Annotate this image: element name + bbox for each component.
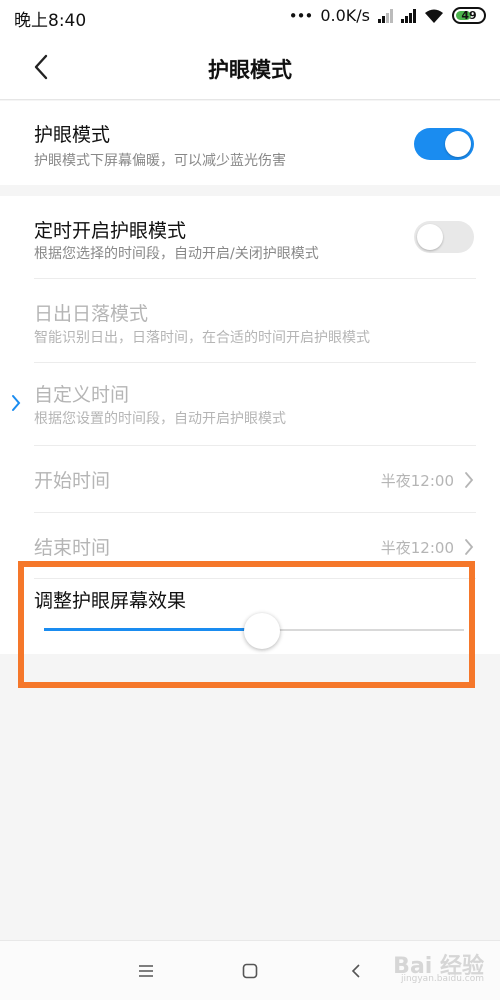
sunset-mode-row[interactable]: 日出日落模式 智能识别日出，日落时间，在合适的时间开启护眼模式 <box>0 279 500 362</box>
battery-level: 49 <box>461 9 477 22</box>
back-icon <box>351 964 360 978</box>
wifi-icon <box>425 9 443 23</box>
watermark-sub: jingyan.baidu.com <box>400 974 484 984</box>
schedule-toggle[interactable] <box>414 221 474 253</box>
sunset-mode-subtitle: 智能识别日出，日落时间，在合适的时间开启护眼模式 <box>34 330 370 346</box>
home-button[interactable] <box>238 959 262 983</box>
chevron-right-icon <box>465 539 474 555</box>
schedule-subtitle: 根据您选择的时间段，自动开启/关闭护眼模式 <box>34 246 319 262</box>
signal-icon-1 <box>378 8 393 23</box>
status-indicators: ••• 0.0K/s 49 <box>289 6 486 25</box>
start-time-row[interactable]: 开始时间 半夜12:00 <box>0 446 500 512</box>
menu-icon <box>139 965 153 977</box>
end-time-value: 半夜12:00 <box>380 539 454 557</box>
highlight-box <box>18 561 475 688</box>
page-title: 护眼模式 <box>208 58 292 82</box>
more-dots-icon: ••• <box>288 6 314 25</box>
home-icon <box>242 963 258 979</box>
chevron-right-icon <box>12 395 21 411</box>
status-bar: 晚上8:40 ••• 0.0K/s 49 <box>0 0 500 36</box>
menu-button[interactable] <box>134 959 158 983</box>
custom-time-title: 自定义时间 <box>34 384 130 406</box>
signal-icon-2 <box>401 8 416 23</box>
back-nav-button[interactable] <box>344 959 368 983</box>
title-bar: 护眼模式 <box>0 36 500 100</box>
eye-mode-card: 护眼模式 护眼模式下屏幕偏暖，可以减少蓝光伤害 <box>0 101 500 185</box>
network-speed: 0.0K/s <box>320 6 370 25</box>
toggle-knob <box>417 224 443 250</box>
custom-time-row[interactable]: 自定义时间 根据您设置的时间段，自动开启护眼模式 <box>0 363 500 445</box>
end-time-label: 结束时间 <box>34 537 111 559</box>
start-time-value: 半夜12:00 <box>380 472 454 490</box>
toggle-knob <box>445 131 471 157</box>
schedule-title: 定时开启护眼模式 <box>34 220 187 242</box>
watermark-logo: Bai 经验 jingyan.baidu.com <box>393 948 484 984</box>
battery-icon: 49 <box>452 7 486 24</box>
status-time: 晚上8:40 <box>14 11 87 31</box>
chevron-right-icon <box>465 472 474 488</box>
eye-mode-toggle[interactable] <box>414 128 474 160</box>
eye-mode-row[interactable]: 护眼模式 护眼模式下屏幕偏暖，可以减少蓝光伤害 <box>0 101 500 185</box>
start-time-label: 开始时间 <box>34 470 111 492</box>
sunset-mode-title: 日出日落模式 <box>34 303 149 325</box>
custom-time-subtitle: 根据您设置的时间段，自动开启护眼模式 <box>34 411 286 427</box>
eye-mode-subtitle: 护眼模式下屏幕偏暖，可以减少蓝光伤害 <box>34 153 286 169</box>
eye-mode-title: 护眼模式 <box>34 124 111 146</box>
schedule-row[interactable]: 定时开启护眼模式 根据您选择的时间段，自动开启/关闭护眼模式 <box>0 196 500 278</box>
